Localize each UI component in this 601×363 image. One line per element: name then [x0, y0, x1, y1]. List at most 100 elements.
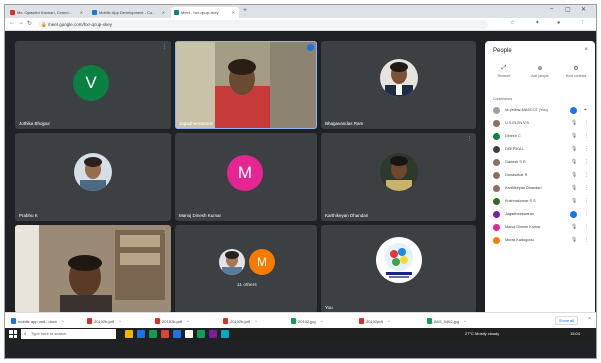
download-item[interactable]: 20192b.pdf ^: [155, 317, 189, 325]
avatar: [493, 120, 500, 127]
store-icon[interactable]: [149, 330, 157, 338]
others-tile[interactable]: M 11 others: [175, 225, 317, 313]
download-item[interactable]: 20192pdf ^: [359, 317, 390, 325]
url-field[interactable]: 🔒 meet.google.com/hxr-qcup-xkey: [38, 20, 488, 29]
participant-tile[interactable]: ⋮: [15, 225, 171, 313]
tab-3-active[interactable]: Meet - hxr-qcup-xkey ✕: [171, 7, 239, 18]
chrome-icon[interactable]: [161, 330, 169, 338]
participant-tile[interactable]: ⋮ Karthikeyan Dhandari: [321, 133, 476, 221]
self-tile[interactable]: You: [321, 225, 476, 313]
avatar: [493, 146, 500, 153]
minimize-button[interactable]: –: [550, 6, 553, 12]
participant-row[interactable]: Jagadheeswaran ⋮: [489, 208, 592, 221]
more-vert-icon[interactable]: ⋮: [584, 211, 589, 217]
participant-row[interactable]: ks.yellow-MASCOT (You) ⌖: [489, 104, 592, 117]
participant-tile[interactable]: V ⋮ Jothika Bhojpur: [15, 41, 171, 129]
close-panel-icon[interactable]: ×: [584, 47, 588, 53]
download-item[interactable]: 20192b.pdf ^: [87, 317, 121, 325]
app-icon[interactable]: [221, 330, 229, 338]
more-vert-icon[interactable]: ⋮: [584, 237, 589, 243]
remove-action[interactable]: ⤢ Remove: [489, 65, 519, 78]
avatar: [493, 133, 500, 140]
onenote-icon[interactable]: [209, 330, 217, 338]
edge-icon[interactable]: [137, 330, 145, 338]
chevron-up-icon[interactable]: ^: [255, 319, 257, 324]
download-item[interactable]: mobile app unit...docx ^: [11, 317, 64, 325]
more-vert-icon[interactable]: ⋮: [584, 224, 589, 230]
profile-icon[interactable]: ●: [557, 20, 560, 26]
weather-widget[interactable]: 27°C Mostly cloudy: [465, 331, 499, 336]
close-shelf-icon[interactable]: ×: [588, 316, 591, 322]
chevron-up-icon[interactable]: ^: [187, 319, 189, 324]
download-item[interactable]: 20192.jpg ^: [291, 317, 322, 325]
participant-tile[interactable]: Bhagavandas Ram: [321, 41, 476, 129]
tab-2[interactable]: Mobile App Development - Co... ✕: [89, 7, 169, 18]
more-vert-icon[interactable]: ⋮: [584, 185, 589, 191]
close-tab-icon[interactable]: ✕: [232, 10, 235, 15]
more-options-icon[interactable]: ⋮: [467, 136, 472, 142]
close-tab-icon[interactable]: ✕: [80, 10, 83, 15]
panel-title: People: [493, 48, 512, 54]
excel-icon[interactable]: [197, 330, 205, 338]
notepad-icon[interactable]: [185, 330, 193, 338]
extensions-icon[interactable]: ✦: [535, 20, 540, 26]
image-file-icon: [291, 318, 296, 324]
file-icon: [11, 318, 16, 324]
chevron-up-icon[interactable]: ^: [62, 319, 64, 324]
more-vert-icon[interactable]: ⋮: [584, 172, 589, 178]
maximize-button[interactable]: ▢: [565, 6, 571, 13]
forward-icon[interactable]: →: [18, 20, 24, 26]
close-window-button[interactable]: ✕: [581, 6, 586, 13]
mic-off-icon: 🎙: [571, 159, 578, 165]
download-item[interactable]: 20192b.pdf ^: [223, 317, 257, 325]
word-icon[interactable]: [173, 330, 181, 338]
close-tab-icon[interactable]: ✕: [162, 10, 165, 15]
more-vert-icon[interactable]: ⋮: [584, 133, 589, 139]
taskbar-clock[interactable]: 15:04: [570, 331, 580, 336]
pin-icon[interactable]: ⌖: [584, 107, 587, 113]
participant-tile[interactable]: Prabhu K: [15, 133, 171, 221]
more-options-icon[interactable]: ⋮: [162, 44, 167, 50]
avatar: [493, 211, 500, 218]
participant-row[interactable]: Dinesh C 🎙 ⋮: [489, 130, 592, 143]
participant-row[interactable]: Krishnakumar S S 🎙 ⋮: [489, 195, 592, 208]
mic-off-icon: 🎙: [571, 172, 578, 178]
taskbar-search-input[interactable]: ⌕ Type here to search: [21, 329, 116, 339]
host-controls-action[interactable]: ⚙ Host controls: [561, 65, 591, 78]
participant-tile[interactable]: M Manoj Dinesh Kumar: [175, 133, 317, 221]
participant-tile-active-speaker[interactable]: Jagadheeswaran: [175, 41, 317, 129]
lock-icon: 🔒: [41, 22, 47, 27]
star-icon[interactable]: ☆: [510, 20, 515, 26]
more-vert-icon[interactable]: ⋮: [584, 146, 589, 152]
pdf-file-icon: [155, 318, 160, 324]
participant-row[interactable]: Gunasekar R 🎙 ⋮: [489, 169, 592, 182]
chevron-up-icon[interactable]: ^: [119, 319, 121, 324]
new-tab-button[interactable]: +: [243, 7, 247, 14]
show-all-downloads-button[interactable]: Show all: [554, 316, 578, 325]
remove-icon: ⤢: [501, 65, 507, 71]
participant-row[interactable]: Manoj Dinesh Kumar 🎙 ⋮: [489, 221, 592, 234]
back-icon[interactable]: ←: [9, 20, 15, 26]
download-filename: 20192pdf: [366, 318, 383, 324]
file-explorer-icon[interactable]: [125, 330, 133, 338]
download-item[interactable]: IMG_0462.jpg ^: [427, 317, 466, 325]
participant-row[interactable]: U.S.ELZN.V.S. 🎙 ⋮: [489, 117, 592, 130]
chevron-up-icon[interactable]: ^: [388, 319, 390, 324]
participant-name: Gunasekar R: [505, 173, 528, 177]
participant-row[interactable]: Ganesh S R 🎙 ⋮: [489, 156, 592, 169]
more-options-icon[interactable]: ⋮: [162, 228, 167, 234]
participant-row[interactable]: Karthikeyan Dhandari 🎙 ⋮: [489, 182, 592, 195]
menu-icon[interactable]: ⋮: [580, 20, 586, 26]
mic-off-icon: 🎙: [571, 133, 578, 139]
more-vert-icon[interactable]: ⋮: [584, 159, 589, 165]
windows-start-icon[interactable]: [9, 330, 17, 338]
more-vert-icon[interactable]: ⋮: [584, 198, 589, 204]
reload-icon[interactable]: ↻: [27, 20, 32, 27]
add-people-action[interactable]: ⊕ Add people: [525, 65, 555, 78]
participant-row[interactable]: Murali Kadugodu 🎙 ⋮: [489, 234, 592, 247]
chevron-up-icon[interactable]: ^: [464, 319, 466, 324]
chevron-up-icon[interactable]: ^: [321, 319, 323, 324]
tab-1[interactable]: Ms. Ojaswini Kannan, Comm... ✕: [7, 7, 87, 18]
more-vert-icon[interactable]: ⋮: [584, 120, 589, 126]
participant-row[interactable]: DEEPIKA L 🎙 ⋮: [489, 143, 592, 156]
